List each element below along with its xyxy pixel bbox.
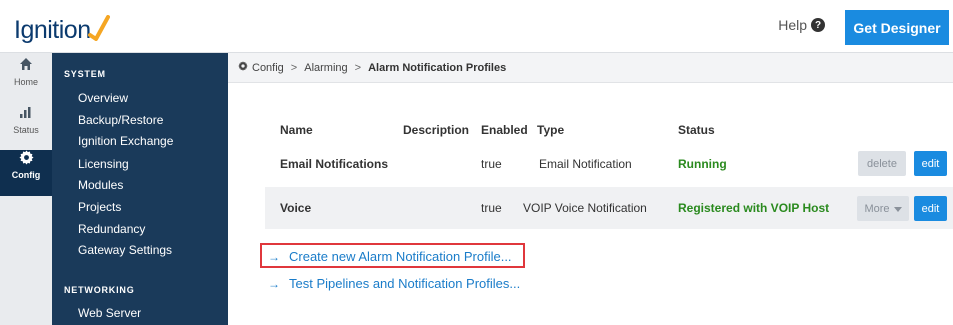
sidebar-item-ignition-exchange[interactable]: Ignition Exchange xyxy=(78,134,173,148)
caret-down-icon xyxy=(893,203,902,215)
table-row: Email Notifications true Email Notificat… xyxy=(265,143,953,185)
column-header-enabled: Enabled xyxy=(481,123,528,137)
breadcrumb-current: Alarm Notification Profiles xyxy=(368,61,507,74)
left-nav: Home Status Config xyxy=(0,53,52,325)
breadcrumb-separator: > xyxy=(290,61,298,74)
breadcrumb-alarming[interactable]: Alarming xyxy=(304,62,347,74)
breadcrumb-gear-icon xyxy=(238,61,248,74)
section-title-system: SYSTEM xyxy=(64,69,106,79)
sidebar-item-licensing[interactable]: Licensing xyxy=(78,157,129,171)
column-header-description: Description xyxy=(403,123,470,137)
edit-button[interactable]: edit xyxy=(914,151,947,176)
more-dropdown-button[interactable]: More xyxy=(857,196,909,221)
create-profile-label: Create new Alarm Notification Profile... xyxy=(289,249,512,264)
table-row: Voice true VOIP Voice Notification Regis… xyxy=(265,187,953,229)
arrow-right-icon: → xyxy=(268,249,280,264)
row-enabled: true xyxy=(481,157,502,171)
sidebar-item-overview[interactable]: Overview xyxy=(78,91,128,105)
sidebar-item-gateway-settings[interactable]: Gateway Settings xyxy=(78,243,172,257)
row-enabled: true xyxy=(481,201,502,215)
top-bar: Ignition Help ? Get Designer xyxy=(0,0,953,53)
help-question-icon: ? xyxy=(811,18,825,32)
config-sidebar: SYSTEM Overview Backup/Restore Ignition … xyxy=(52,53,228,325)
get-designer-button[interactable]: Get Designer xyxy=(845,10,949,45)
row-status: Registered with VOIP Host xyxy=(678,201,830,215)
home-icon xyxy=(19,57,33,77)
column-header-name: Name xyxy=(280,123,313,137)
row-type: Email Notification xyxy=(539,157,632,171)
nav-config-label: Config xyxy=(11,170,41,180)
sidebar-item-web-server[interactable]: Web Server xyxy=(78,306,141,320)
column-header-status: Status xyxy=(678,123,715,137)
gear-icon xyxy=(18,150,34,170)
breadcrumb: Config > Alarming > Alarm Notification P… xyxy=(228,53,953,83)
bar-chart-icon xyxy=(19,105,33,125)
breadcrumb-config[interactable]: Config xyxy=(252,62,284,74)
row-name: Voice xyxy=(280,201,312,215)
nav-config[interactable]: Config xyxy=(0,150,52,196)
section-title-networking: NETWORKING xyxy=(64,285,135,295)
nav-home[interactable]: Home xyxy=(0,57,52,101)
row-name: Email Notifications xyxy=(280,157,389,171)
logo-text: Ignition xyxy=(14,16,91,44)
arrow-right-icon: → xyxy=(268,276,280,291)
test-pipelines-label: Test Pipelines and Notification Profiles… xyxy=(289,276,521,291)
delete-button[interactable]: delete xyxy=(858,151,906,176)
more-label: More xyxy=(864,202,890,215)
nav-status[interactable]: Status xyxy=(0,105,52,149)
row-type: VOIP Voice Notification xyxy=(523,201,647,215)
help-label: Help xyxy=(778,17,807,33)
ignition-logo[interactable]: Ignition xyxy=(14,9,110,45)
sidebar-item-modules[interactable]: Modules xyxy=(78,178,123,192)
edit-button[interactable]: edit xyxy=(914,196,947,221)
sidebar-item-projects[interactable]: Projects xyxy=(78,200,121,214)
test-pipelines-link[interactable]: → Test Pipelines and Notification Profil… xyxy=(268,276,520,291)
row-status: Running xyxy=(678,157,727,171)
nav-home-label: Home xyxy=(13,77,38,87)
logo-check-icon xyxy=(87,15,110,41)
sidebar-item-redundancy[interactable]: Redundancy xyxy=(78,222,145,236)
sidebar-item-backup-restore[interactable]: Backup/Restore xyxy=(78,113,163,127)
nav-status-label: Status xyxy=(13,125,39,135)
create-profile-link[interactable]: → Create new Alarm Notification Profile.… xyxy=(268,249,512,264)
help-link[interactable]: Help ? xyxy=(778,17,825,33)
breadcrumb-separator: > xyxy=(354,61,362,74)
column-header-type: Type xyxy=(537,123,565,137)
